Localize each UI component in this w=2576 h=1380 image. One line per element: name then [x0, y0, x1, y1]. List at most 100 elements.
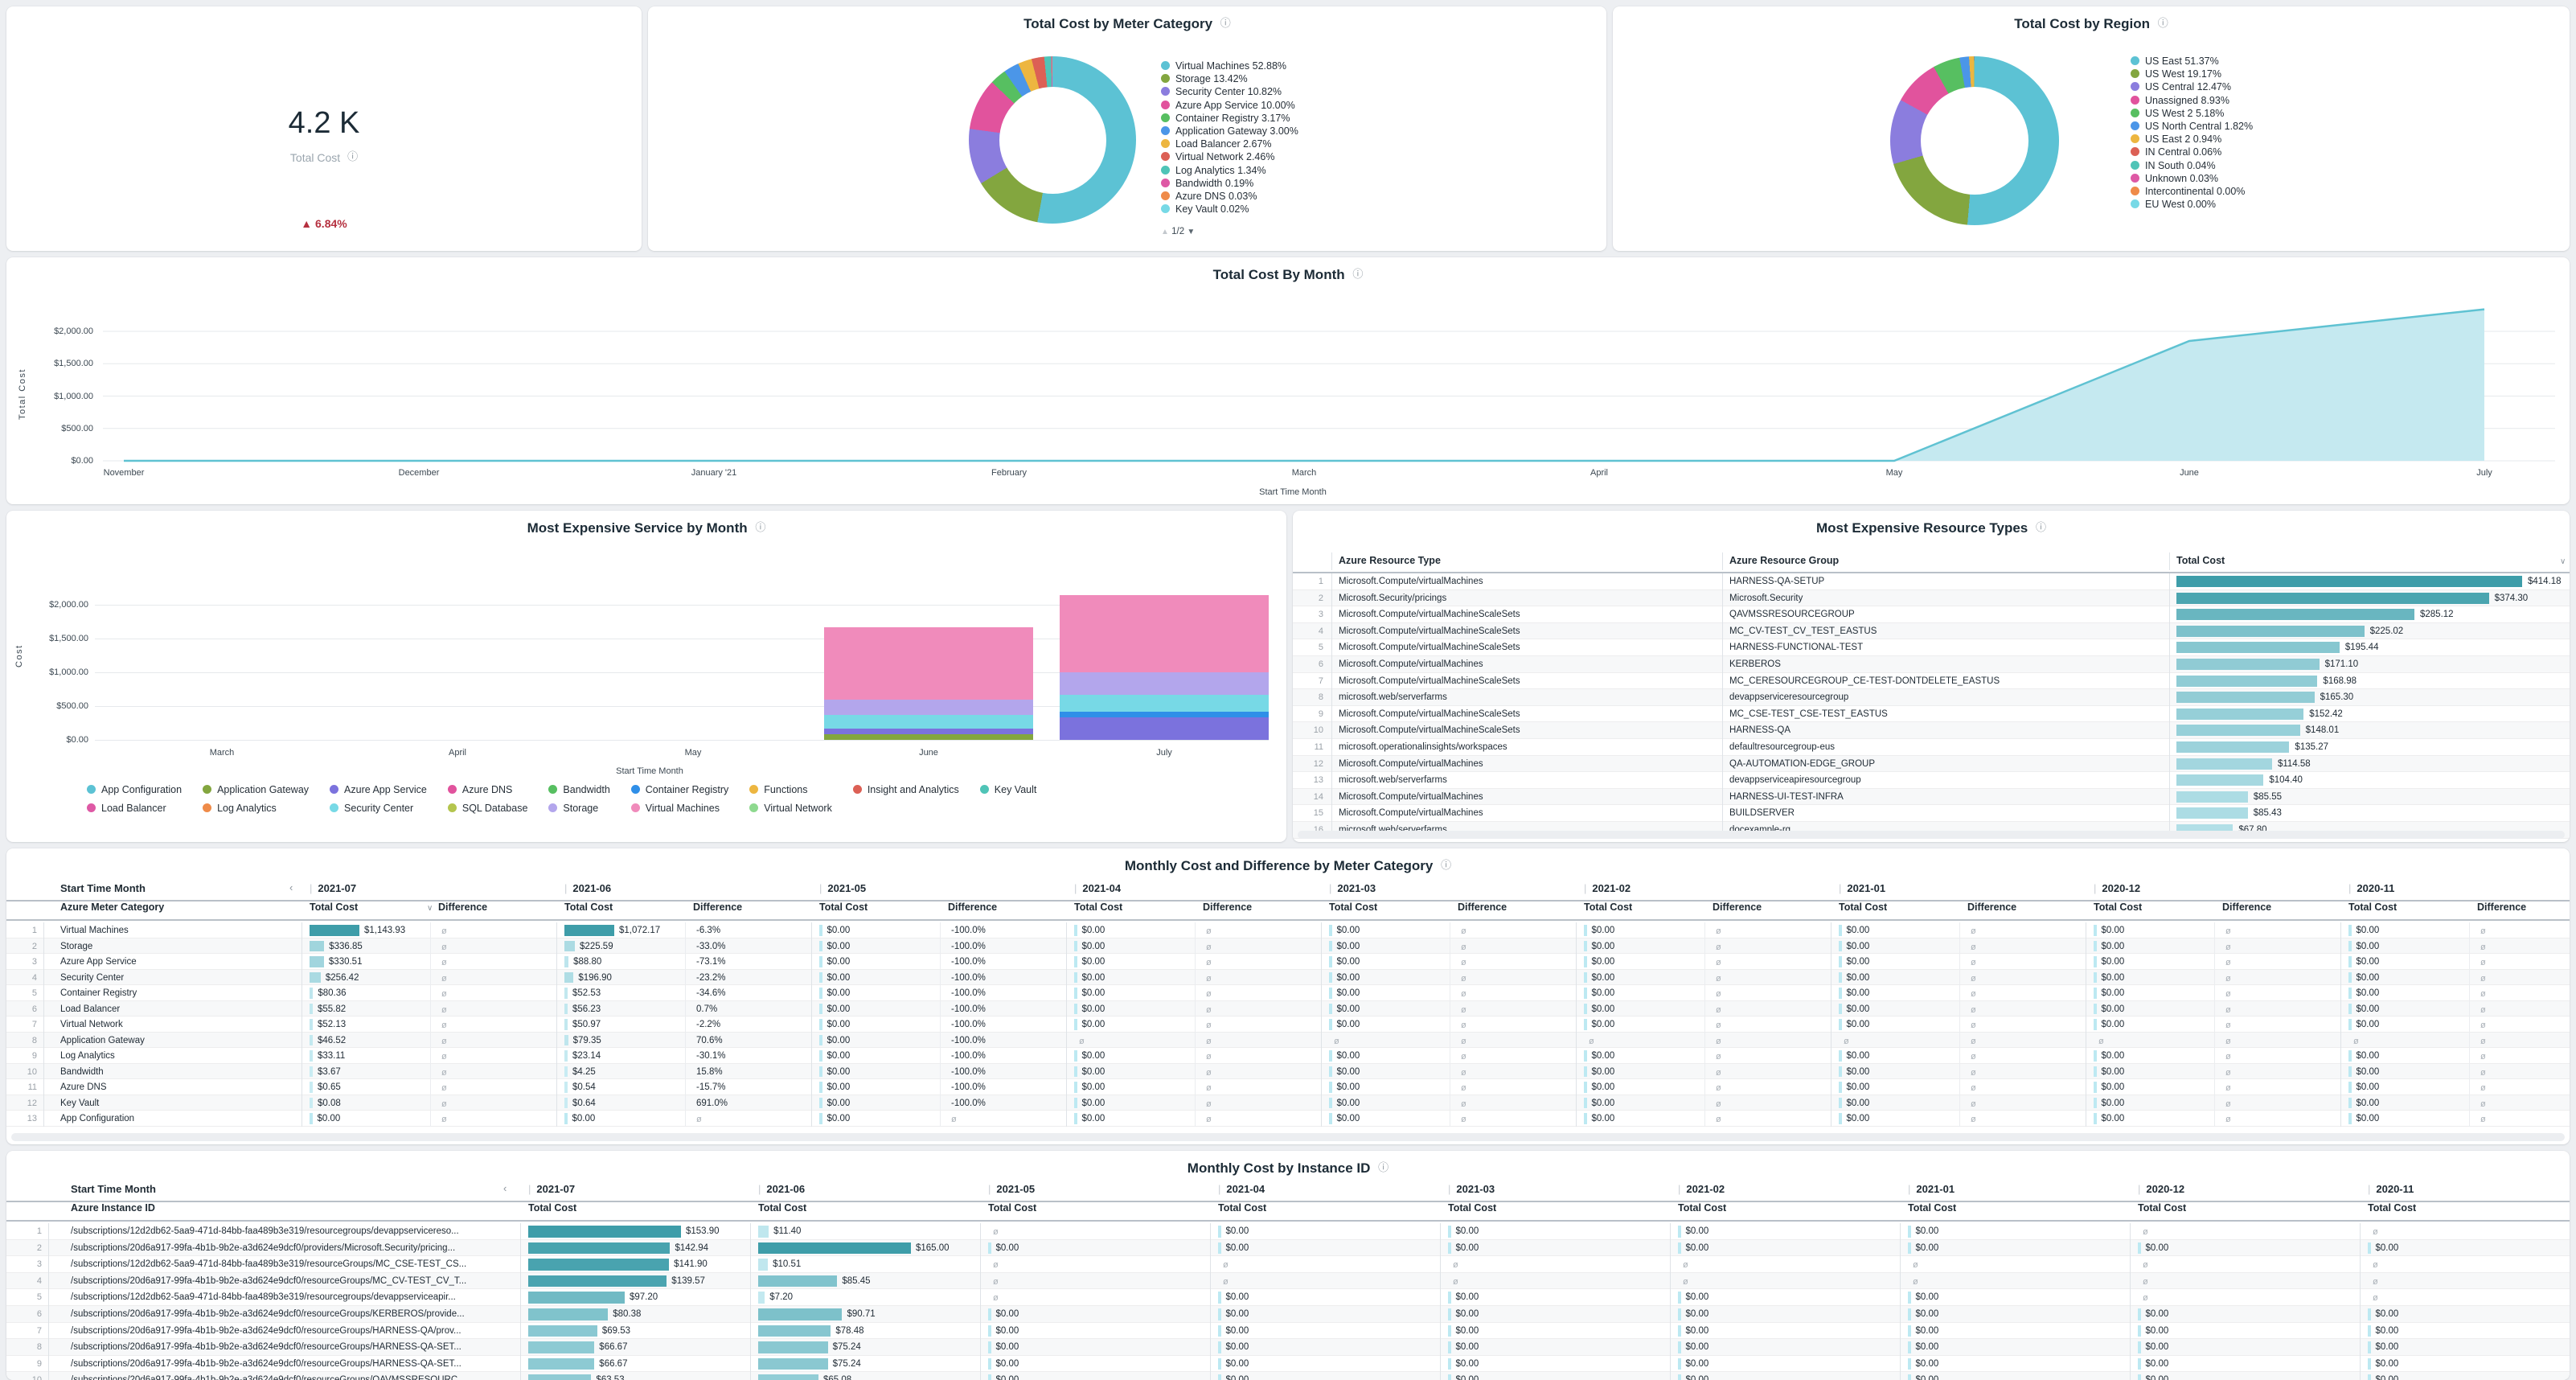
- month-header[interactable]: |2021-04: [1074, 882, 1121, 894]
- cost-bar[interactable]: [988, 1341, 991, 1353]
- cost-bar[interactable]: [1448, 1292, 1451, 1304]
- cost-bar[interactable]: [758, 1358, 828, 1370]
- cost-bar[interactable]: [1678, 1325, 1681, 1337]
- legend-item[interactable]: IN Central 0.06%: [2131, 146, 2253, 158]
- legend-item[interactable]: Intercontinental 0.00%: [2131, 185, 2253, 198]
- cell-row-label[interactable]: Container Registry: [60, 988, 290, 998]
- legend-item[interactable]: IN South 0.04%: [2131, 159, 2253, 172]
- cost-bar[interactable]: [2138, 1325, 2141, 1337]
- cost-bar[interactable]: [819, 1035, 822, 1046]
- stacked-bar[interactable]: [353, 511, 562, 740]
- cost-bar[interactable]: [1678, 1374, 1681, 1380]
- donut-chart-meter-category[interactable]: [969, 56, 1136, 224]
- column-header-resource-type[interactable]: Azure Resource Type: [1339, 555, 1441, 566]
- cost-bar[interactable]: [528, 1308, 608, 1320]
- column-header-resource-group[interactable]: Azure Resource Group: [1729, 555, 1839, 566]
- cell-total-cost[interactable]: $0.00: [1337, 926, 1360, 935]
- cell-total-cost[interactable]: $0.00: [2146, 1309, 2169, 1319]
- table-row[interactable]: 4Security Center$256.42ø$196.90-23.2%$0.…: [6, 970, 2570, 986]
- cell-total-cost[interactable]: $0.00: [1916, 1292, 1939, 1302]
- subcol-difference[interactable]: Difference: [2477, 902, 2526, 913]
- cell-total-cost[interactable]: $0.00: [1456, 1243, 1479, 1253]
- cost-bar[interactable]: [1678, 1358, 1681, 1370]
- cell-total-cost[interactable]: $0.00: [2357, 1020, 2380, 1029]
- cost-bar[interactable]: [1678, 1292, 1681, 1304]
- cell-total-cost[interactable]: $135.27: [2295, 742, 2328, 752]
- cost-bar[interactable]: [1839, 1050, 1842, 1062]
- legend-item[interactable]: Insight and Analytics: [853, 784, 959, 795]
- cell-row-label[interactable]: Azure DNS: [60, 1082, 290, 1092]
- month-header[interactable]: |2021-05: [988, 1183, 1035, 1195]
- cost-bar[interactable]: [1584, 1004, 1587, 1015]
- cell-total-cost[interactable]: $256.42: [326, 973, 359, 983]
- subcol-total-cost[interactable]: Total Cost: [528, 1202, 576, 1214]
- subcol-total-cost[interactable]: Total Cost: [1908, 1202, 1956, 1214]
- cost-bar[interactable]: [819, 1113, 822, 1124]
- cell-total-cost[interactable]: $0.00: [2357, 973, 2380, 983]
- legend-item[interactable]: Unknown 0.03%: [2131, 172, 2253, 185]
- cell-difference[interactable]: -73.1%: [696, 957, 725, 967]
- cost-bar[interactable]: [1584, 1050, 1587, 1062]
- cell-total-cost[interactable]: $0.00: [1456, 1375, 1479, 1380]
- cell-total-cost[interactable]: $0.00: [827, 926, 851, 935]
- cell-difference[interactable]: -100.0%: [951, 1099, 986, 1108]
- cell-total-cost[interactable]: $0.00: [1686, 1342, 1709, 1352]
- cell-row-label[interactable]: /subscriptions/20d6a917-99fa-4b1b-9b2e-a…: [71, 1342, 509, 1352]
- cell-total-cost[interactable]: $0.00: [1226, 1375, 1249, 1380]
- cost-bar[interactable]: [564, 1004, 568, 1015]
- cell-total-cost[interactable]: $168.98: [2323, 676, 2357, 686]
- cell-total-cost[interactable]: $0.00: [1226, 1292, 1249, 1302]
- cell-total-cost[interactable]: $0.00: [827, 957, 851, 967]
- month-header[interactable]: |2021-07: [310, 882, 356, 894]
- month-header[interactable]: |2021-01: [1839, 882, 1885, 894]
- cell-total-cost[interactable]: $0.00: [1082, 988, 1105, 998]
- cell-total-cost[interactable]: $0.00: [2102, 1099, 2125, 1108]
- cost-bar[interactable]: [528, 1325, 597, 1337]
- cell-row-label[interactable]: Application Gateway: [60, 1036, 290, 1045]
- cost-bar[interactable]: [1329, 941, 1332, 952]
- cost-bar[interactable]: [758, 1226, 769, 1238]
- cell-difference[interactable]: -100.0%: [951, 1004, 986, 1014]
- cost-bar[interactable]: [2094, 988, 2097, 999]
- cell-total-cost[interactable]: $0.08: [318, 1099, 341, 1108]
- cell-difference[interactable]: 70.6%: [696, 1036, 723, 1045]
- cost-bar[interactable]: [1839, 1019, 1842, 1030]
- cell-total-cost[interactable]: $85.55: [2254, 792, 2282, 802]
- cell-total-cost[interactable]: $55.82: [318, 1004, 346, 1014]
- cell-total-cost[interactable]: $0.00: [1916, 1375, 1939, 1380]
- cell-total-cost[interactable]: $0.00: [1337, 957, 1360, 967]
- legend-item[interactable]: EU West 0.00%: [2131, 198, 2253, 211]
- cell-total-cost[interactable]: $374.30: [2495, 593, 2529, 603]
- cost-bar[interactable]: [310, 956, 324, 967]
- cell-total-cost[interactable]: $0.00: [1592, 1082, 1615, 1092]
- cell-resource-group[interactable]: HARNESS-QA: [1729, 725, 2147, 735]
- cell-total-cost[interactable]: $85.43: [2254, 808, 2282, 818]
- cost-bar[interactable]: [2368, 1341, 2371, 1353]
- cost-bar[interactable]: [564, 1050, 568, 1062]
- table-row[interactable]: 10Microsoft.Compute/virtualMachineScaleS…: [1293, 722, 2570, 739]
- table-row[interactable]: 12Key Vault$0.08ø$0.64691.0%$0.00-100.0%…: [6, 1095, 2570, 1111]
- sort-chevron-icon[interactable]: ∨: [427, 904, 433, 913]
- cell-total-cost[interactable]: $0.00: [1686, 1309, 1709, 1319]
- subcol-total-cost[interactable]: Total Cost: [1218, 1202, 1266, 1214]
- legend-item[interactable]: US North Central 1.82%: [2131, 120, 2253, 133]
- subcol-total-cost[interactable]: Total Cost: [1678, 1202, 1726, 1214]
- cell-total-cost[interactable]: $114.58: [2278, 759, 2311, 769]
- cell-total-cost[interactable]: $0.00: [1226, 1326, 1249, 1336]
- table-row[interactable]: 15Microsoft.Compute/virtualMachinesBUILD…: [1293, 805, 2570, 822]
- bar-segment-azure-app-service[interactable]: [824, 729, 1033, 734]
- cost-bar[interactable]: [1839, 972, 1842, 984]
- cell-total-cost[interactable]: $63.53: [596, 1375, 624, 1380]
- cost-bar[interactable]: [528, 1242, 670, 1255]
- table-row[interactable]: 1Microsoft.Compute/virtualMachinesHARNES…: [1293, 573, 2570, 590]
- cell-total-cost[interactable]: $85.45: [842, 1276, 870, 1286]
- table-row[interactable]: 9Microsoft.Compute/virtualMachineScaleSe…: [1293, 706, 2570, 723]
- table-row[interactable]: 2/subscriptions/20d6a917-99fa-4b1b-9b2e-…: [6, 1240, 2570, 1257]
- cell-total-cost[interactable]: $0.00: [1916, 1326, 1939, 1336]
- cost-bar[interactable]: [1908, 1292, 1911, 1304]
- cell-difference[interactable]: -100.0%: [951, 957, 986, 967]
- cell-total-cost[interactable]: $0.00: [827, 1082, 851, 1092]
- cell-total-cost[interactable]: $88.80: [573, 957, 601, 967]
- cell-total-cost[interactable]: $0.00: [827, 942, 851, 951]
- cell-total-cost[interactable]: $65.08: [823, 1375, 851, 1380]
